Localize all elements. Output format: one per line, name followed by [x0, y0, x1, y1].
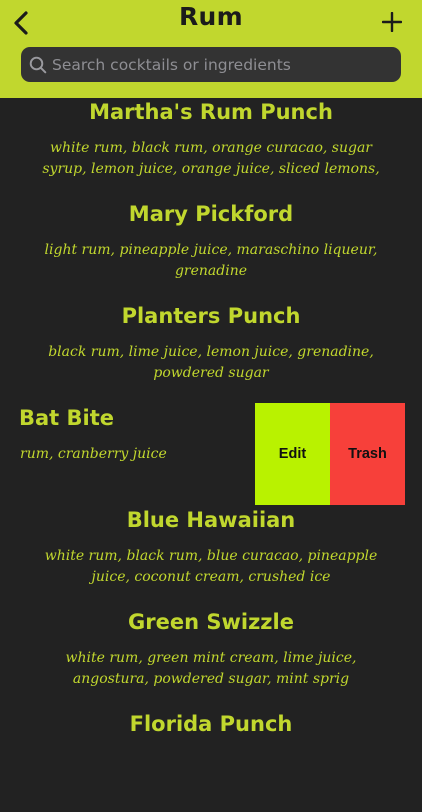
- cocktail-row[interactable]: Mary Pickford light rum, pineapple juice…: [0, 200, 422, 302]
- cocktail-name: Green Swizzle: [128, 610, 294, 634]
- cocktail-row[interactable]: Green Swizzle white rum, green mint crea…: [0, 608, 422, 710]
- cocktail-name: Martha's Rum Punch: [89, 100, 333, 124]
- cocktail-row[interactable]: Blue Hawaiian white rum, black rum, blue…: [0, 506, 422, 608]
- cocktail-row[interactable]: Planters Punch black rum, lime juice, le…: [0, 302, 422, 404]
- search-bar[interactable]: [21, 47, 401, 82]
- nav-header: Rum: [0, 0, 422, 98]
- page-title: Rum: [179, 2, 243, 31]
- search-input[interactable]: [52, 49, 401, 80]
- cocktail-name: Blue Hawaiian: [126, 508, 296, 532]
- cocktail-ingredients: rum, cranberry juice: [20, 446, 167, 462]
- swipe-actions: Edit Trash: [255, 403, 405, 505]
- cocktail-row[interactable]: Florida Punch: [0, 710, 422, 812]
- search-icon: [29, 56, 47, 74]
- add-cocktail-button[interactable]: [380, 10, 404, 34]
- cocktail-list: Martha's Rum Punch white rum, black rum,…: [0, 98, 422, 812]
- plus-icon: [382, 12, 402, 32]
- cocktail-row[interactable]: Martha's Rum Punch white rum, black rum,…: [0, 98, 422, 200]
- cocktail-name: Planters Punch: [121, 304, 301, 328]
- cocktail-ingredients: black rum, lime juice, lemon juice, gren…: [48, 344, 374, 381]
- cocktail-ingredients: white rum, green mint cream, lime juice,…: [65, 650, 357, 687]
- cocktail-name: Florida Punch: [129, 712, 293, 736]
- cocktail-name: Bat Bite: [19, 406, 115, 430]
- cocktail-ingredients: white rum, black rum, blue curacao, pine…: [44, 548, 378, 585]
- trash-button[interactable]: Trash: [330, 403, 405, 505]
- cocktail-ingredients: white rum, black rum, orange curacao, su…: [42, 140, 380, 177]
- cocktail-ingredients: light rum, pineapple juice, maraschino l…: [44, 242, 378, 279]
- edit-button[interactable]: Edit: [255, 403, 330, 505]
- cocktail-name: Mary Pickford: [128, 202, 294, 226]
